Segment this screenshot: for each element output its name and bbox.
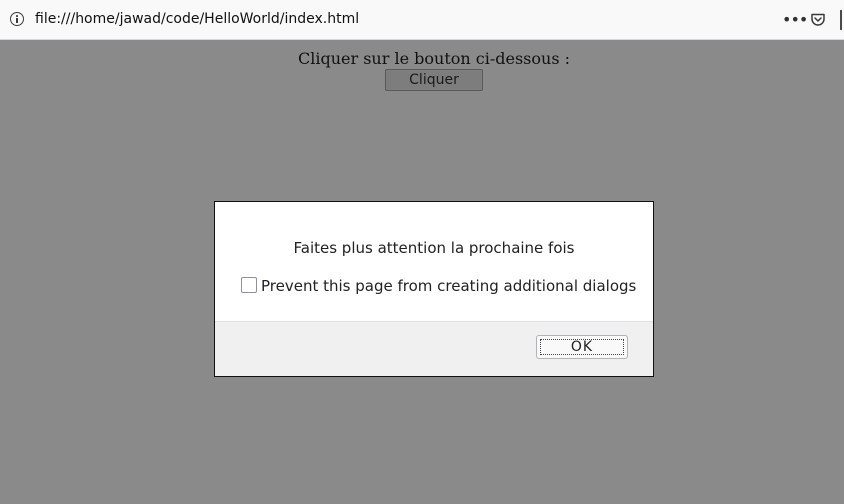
pocket-icon[interactable] xyxy=(810,12,826,28)
url-field[interactable]: file:///home/jawad/code/HelloWorld/index… xyxy=(35,11,359,27)
ok-button[interactable]: OK xyxy=(536,335,628,359)
dialog-footer: OK xyxy=(215,321,653,376)
ok-button-label: OK xyxy=(540,339,624,355)
info-icon[interactable] xyxy=(10,12,24,26)
prevent-dialogs-checkbox[interactable] xyxy=(241,277,257,293)
more-actions-icon[interactable]: ••• xyxy=(782,12,808,28)
alert-dialog: Faites plus attention la prochaine fois … xyxy=(214,201,654,377)
prevent-dialogs-label[interactable]: Prevent this page from creating addition… xyxy=(261,277,636,295)
browser-toolbar: file:///home/jawad/code/HelloWorld/index… xyxy=(0,0,844,40)
page-prompt-text: Cliquer sur le bouton ci-dessous : xyxy=(297,49,571,68)
cliquer-button[interactable]: Cliquer xyxy=(385,69,483,91)
dialog-message: Faites plus attention la prochaine fois xyxy=(293,239,575,257)
overflow-menu-icon[interactable] xyxy=(840,10,844,30)
